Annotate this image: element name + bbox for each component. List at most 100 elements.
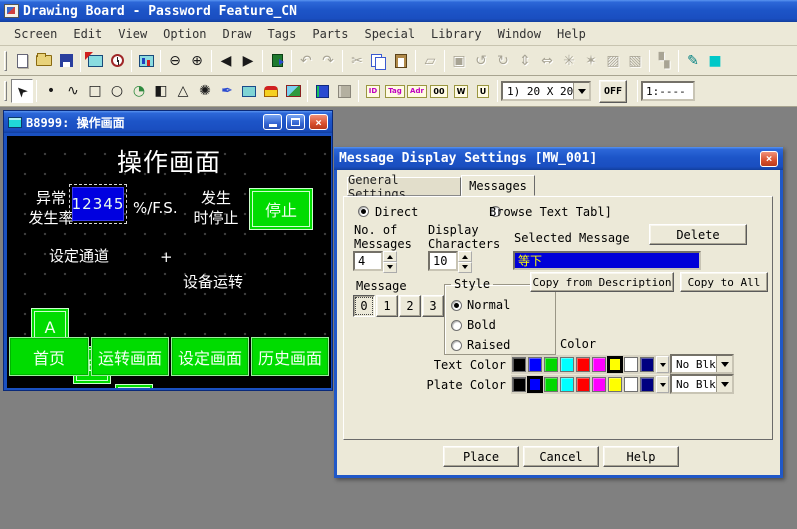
more-colors-icon[interactable]	[656, 356, 669, 373]
stop-switch-top[interactable]: 停止	[249, 188, 313, 230]
minimize-button[interactable]	[263, 114, 282, 130]
numeric-display[interactable]: 12345	[72, 187, 124, 221]
color-swatch[interactable]	[576, 377, 590, 392]
library-icon[interactable]	[311, 79, 333, 103]
grid-size-select[interactable]: 1) 20 X 20	[501, 81, 591, 101]
color-swatch[interactable]	[608, 357, 622, 372]
color-swatch[interactable]	[640, 377, 654, 392]
color-swatch[interactable]	[544, 377, 558, 392]
nav-home-button[interactable]: 首页	[9, 337, 89, 376]
plate-blink-select[interactable]: No Blk	[670, 374, 734, 394]
direct-radio[interactable]	[358, 206, 369, 217]
color-swatch[interactable]	[576, 357, 590, 372]
text-blink-select[interactable]: No Blk	[670, 354, 734, 374]
show-address-icon[interactable]: Adr	[406, 79, 428, 103]
binary-display-icon[interactable]: 00	[428, 79, 450, 103]
dialog-titlebar[interactable]: Message Display Settings [MW_001] ×	[334, 147, 783, 170]
simulate-icon[interactable]	[135, 49, 157, 73]
spin-up-icon[interactable]	[458, 251, 472, 262]
circle-tool[interactable]: ○	[106, 79, 128, 103]
open-icon[interactable]	[33, 49, 55, 73]
rotate-left-icon[interactable]: ↺	[470, 49, 492, 73]
show-id-icon[interactable]: ID	[362, 79, 384, 103]
frame-color-icon[interactable]: ■	[704, 49, 726, 73]
color-swatch[interactable]	[608, 377, 622, 392]
message-1-button[interactable]: 1	[376, 295, 398, 317]
undo-icon[interactable]: ↶	[295, 49, 317, 73]
off-state-button[interactable]: OFF	[599, 80, 627, 103]
equipment-running-label[interactable]: 设备运转	[183, 272, 243, 292]
select-tool[interactable]: ➤	[11, 79, 33, 103]
chevron-down-icon[interactable]	[716, 376, 732, 392]
color-swatch[interactable]	[528, 357, 542, 372]
color-swatch[interactable]	[544, 357, 558, 372]
color-swatch[interactable]	[512, 357, 526, 372]
polygon-tool[interactable]: △	[172, 79, 194, 103]
error-check-icon[interactable]	[106, 49, 128, 73]
next-screen-icon[interactable]: ▶	[237, 49, 259, 73]
color-swatch[interactable]	[560, 377, 574, 392]
save-icon[interactable]	[55, 49, 77, 73]
message-3-button[interactable]: 3	[422, 295, 444, 317]
menu-library[interactable]: Library	[423, 25, 490, 43]
zoom-in-icon[interactable]: ⊕	[186, 49, 208, 73]
menu-window[interactable]: Window	[490, 25, 549, 43]
enlarge-icon[interactable]: ✶	[580, 49, 602, 73]
stop-on-occur-label[interactable]: 发生 时停止	[186, 188, 246, 228]
numeric-display-selection[interactable]: 12345	[69, 184, 127, 224]
group-icon[interactable]: ▚	[653, 49, 675, 73]
transfer-icon[interactable]	[84, 49, 106, 73]
style-bold-radio[interactable]	[451, 320, 462, 331]
bring-to-front-icon[interactable]: ▨	[602, 49, 624, 73]
toolbar-grip[interactable]	[4, 81, 7, 101]
fill-tool[interactable]: ◧	[150, 79, 172, 103]
screen-window-titlebar[interactable]: B8999: 操作画面 ×	[4, 111, 332, 133]
show-tag-icon[interactable]: Tag	[384, 79, 406, 103]
menu-draw[interactable]: Draw	[215, 25, 260, 43]
zoom-out-icon[interactable]: ⊖	[164, 49, 186, 73]
display-characters-value[interactable]: 10	[428, 251, 458, 271]
menu-tags[interactable]: Tags	[259, 25, 304, 43]
duplicate-icon[interactable]: ▣	[448, 49, 470, 73]
chevron-down-icon[interactable]	[716, 356, 732, 372]
menu-edit[interactable]: Edit	[65, 25, 110, 43]
word-display-icon[interactable]: W	[450, 79, 472, 103]
cancel-button[interactable]: Cancel	[523, 446, 599, 467]
drawing-canvas[interactable]: 操作画面 异常 发生率 12345 %/F.S. 发生 时停止 停止 设定通道 …	[7, 136, 331, 388]
color-swatch[interactable]	[528, 377, 542, 392]
pie-tool[interactable]: ◔	[128, 79, 150, 103]
copy-icon[interactable]	[368, 49, 390, 73]
delete-button[interactable]: Delete	[649, 224, 747, 245]
menu-parts[interactable]: Parts	[304, 25, 356, 43]
library-edit-icon[interactable]	[333, 79, 355, 103]
rectangle-tool[interactable]: □	[84, 79, 106, 103]
exit-icon[interactable]	[266, 49, 288, 73]
paste-icon[interactable]	[390, 49, 412, 73]
pattern-tool[interactable]: ✺	[194, 79, 216, 103]
message-0-button[interactable]: 0	[353, 295, 375, 317]
color-swatch[interactable]	[640, 357, 654, 372]
send-to-back-icon[interactable]: ▧	[624, 49, 646, 73]
no-of-messages-value[interactable]: 4	[353, 251, 383, 271]
place-button[interactable]: Place	[443, 446, 519, 467]
close-icon[interactable]: ×	[309, 114, 328, 130]
new-screen-icon[interactable]	[11, 49, 33, 73]
menu-view[interactable]: View	[110, 25, 155, 43]
color-swatch[interactable]	[592, 357, 606, 372]
style-normal-radio[interactable]	[451, 300, 462, 311]
nav-setting-screen-button[interactable]: 设定画面	[171, 337, 249, 376]
image-tool[interactable]	[282, 79, 304, 103]
flip-vertical-icon[interactable]: ⇕	[514, 49, 536, 73]
menu-option[interactable]: Option	[155, 25, 214, 43]
chevron-down-icon[interactable]	[573, 83, 589, 99]
unit-display-icon[interactable]: U	[472, 79, 494, 103]
cut-icon[interactable]: ✂	[346, 49, 368, 73]
channel-c-switch[interactable]: C	[115, 384, 153, 388]
set-channel-label[interactable]: 设定通道	[49, 246, 109, 266]
spin-down-icon[interactable]	[383, 262, 397, 273]
more-colors-icon[interactable]	[656, 376, 669, 393]
redo-icon[interactable]: ↷	[317, 49, 339, 73]
shrink-icon[interactable]: ✳	[558, 49, 580, 73]
color-swatch[interactable]	[560, 357, 574, 372]
menu-screen[interactable]: Screen	[6, 25, 65, 43]
